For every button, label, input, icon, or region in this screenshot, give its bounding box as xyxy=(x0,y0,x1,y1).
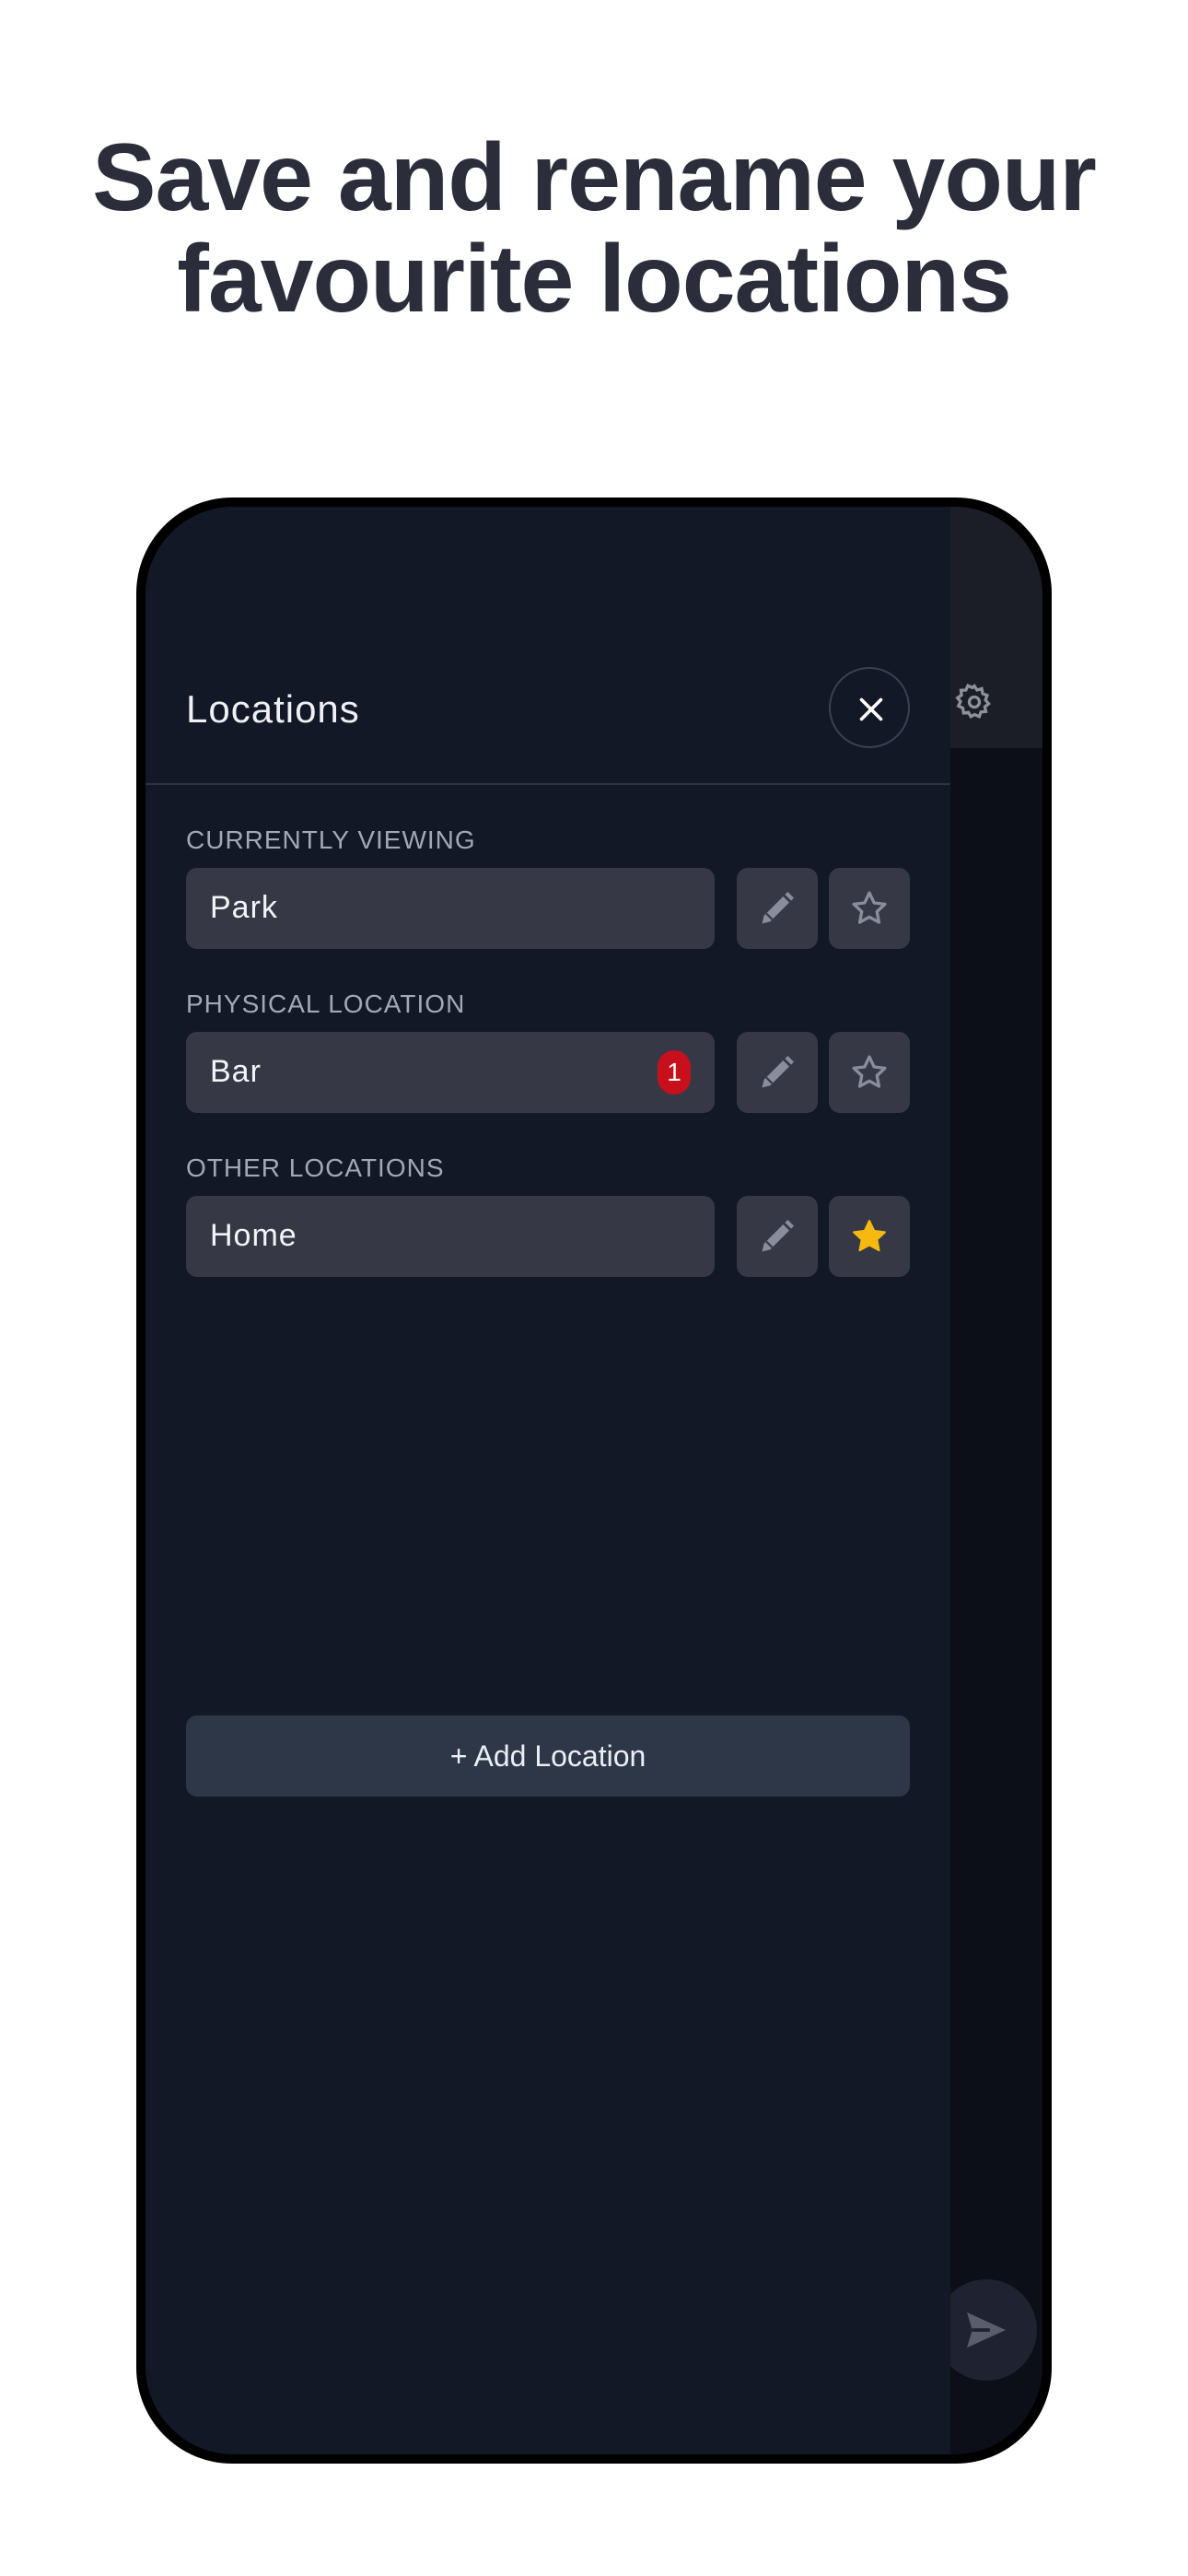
pencil-icon xyxy=(762,1056,794,1088)
location-name: Home xyxy=(210,1218,297,1253)
edit-location-button[interactable] xyxy=(737,1196,818,1277)
location-field-physical-location[interactable]: Bar 1 xyxy=(186,1032,715,1113)
location-name: Bar xyxy=(210,1054,262,1089)
location-field-currently-viewing[interactable]: Park xyxy=(186,868,715,949)
pencil-icon xyxy=(762,892,794,924)
send-icon xyxy=(967,2312,1006,2348)
phone-frame: Locations CURRENTLY VIEWING Park PHYSICA… xyxy=(136,498,1052,2464)
favourite-location-button-active[interactable] xyxy=(829,1196,910,1277)
location-name: Park xyxy=(210,890,278,925)
location-field-other-locations[interactable]: Home xyxy=(186,1196,715,1277)
star-icon xyxy=(852,891,887,924)
marketing-headline: Save and rename your favourite locations xyxy=(0,127,1188,330)
gear-icon[interactable] xyxy=(954,682,995,722)
send-button[interactable] xyxy=(936,2279,1037,2381)
phone-screen: Locations CURRENTLY VIEWING Park PHYSICA… xyxy=(146,507,1042,2454)
edit-location-button[interactable] xyxy=(737,1032,818,1113)
section-label-physical-location: PHYSICAL LOCATION xyxy=(186,989,466,1018)
section-label-other-locations: OTHER LOCATIONS xyxy=(186,1153,445,1182)
close-icon xyxy=(859,697,883,721)
favourite-location-button[interactable] xyxy=(829,1032,910,1113)
notification-badge: 1 xyxy=(658,1050,691,1095)
close-button[interactable] xyxy=(829,667,910,748)
star-icon xyxy=(853,1220,886,1252)
locations-drawer: Locations CURRENTLY VIEWING Park PHYSICA… xyxy=(146,507,950,2454)
headline-line-1: Save and rename your xyxy=(92,124,1097,231)
drawer-divider xyxy=(146,783,950,785)
add-location-button[interactable]: + Add Location xyxy=(186,1715,910,1797)
star-icon xyxy=(852,1055,887,1088)
section-label-currently-viewing: CURRENTLY VIEWING xyxy=(186,825,476,854)
favourite-location-button[interactable] xyxy=(829,868,910,949)
pencil-icon xyxy=(762,1220,794,1252)
edit-location-button[interactable] xyxy=(737,868,818,949)
headline-line-2: favourite locations xyxy=(177,226,1012,333)
drawer-title: Locations xyxy=(186,687,360,731)
